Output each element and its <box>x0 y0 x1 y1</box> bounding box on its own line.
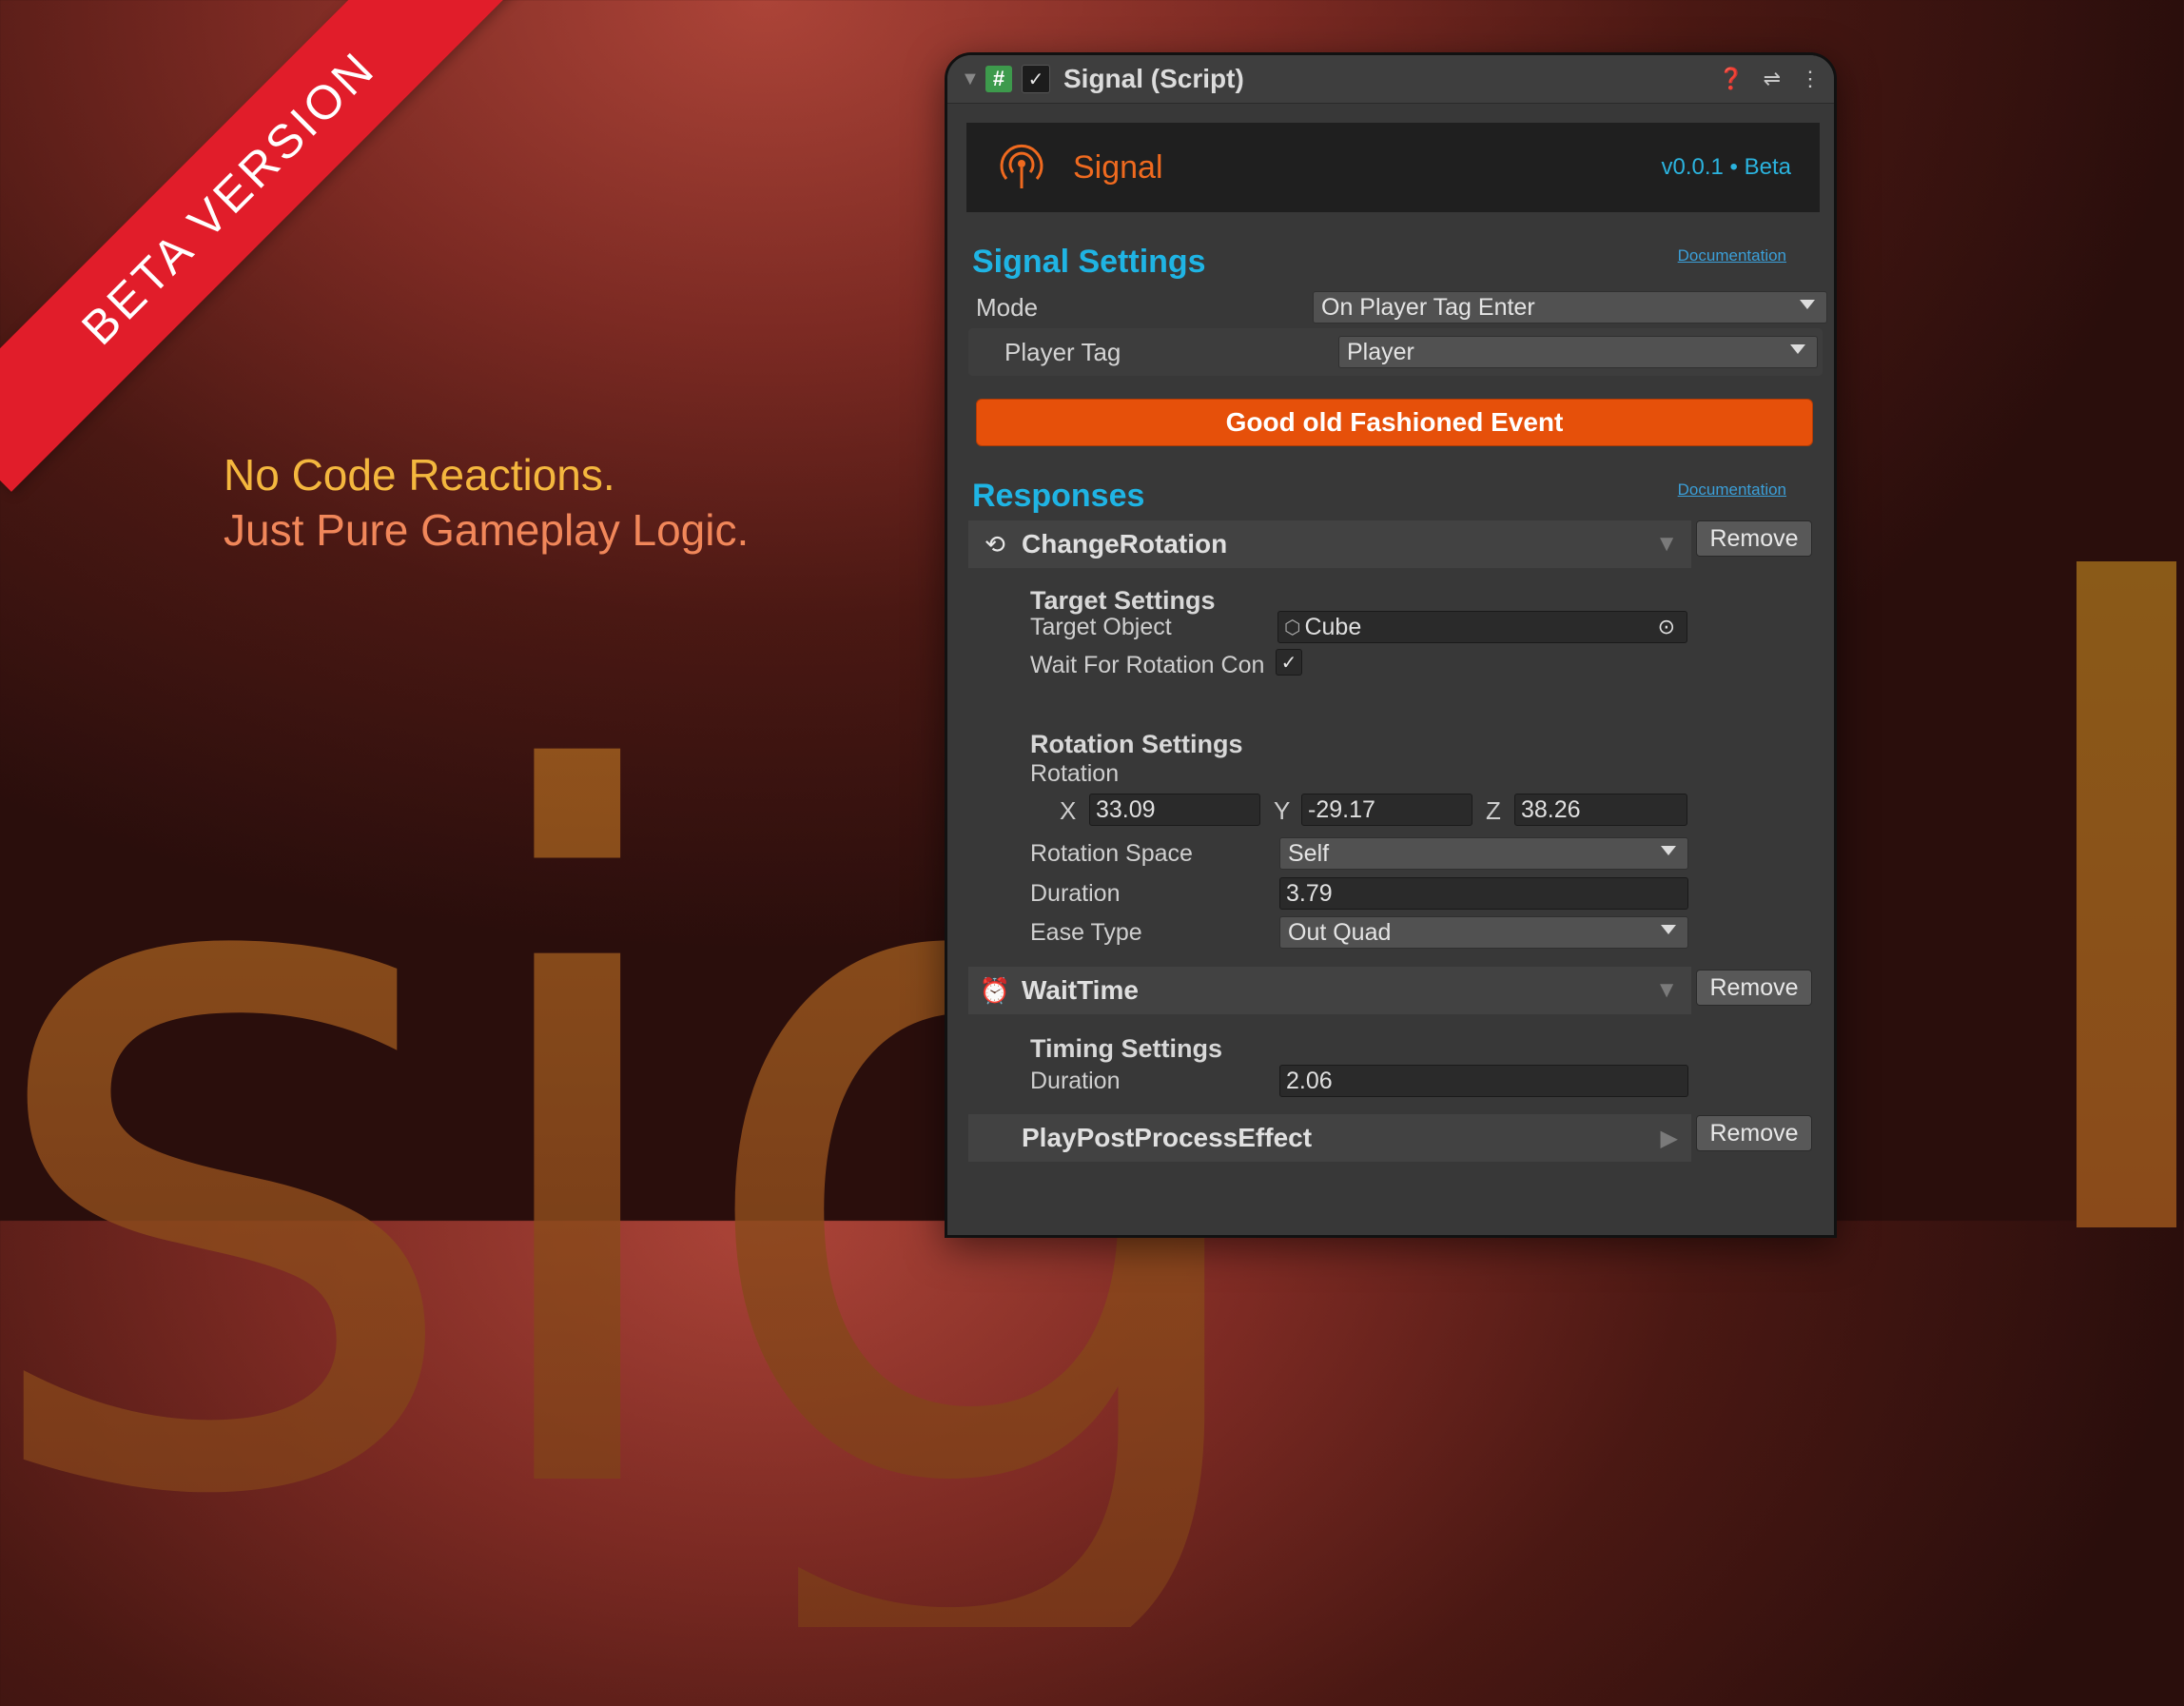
triangle-down-icon[interactable]: ▼ <box>1655 977 1678 1004</box>
presets-icon[interactable]: ⇌ <box>1764 67 1781 91</box>
target-object-label: Target Object <box>1030 614 1172 640</box>
ease-type-dropdown[interactable]: Out Quad <box>1279 916 1688 949</box>
section-title: Signal Settings <box>972 244 1206 280</box>
chevron-down-icon <box>1800 300 1815 309</box>
x-label: X <box>1060 796 1077 825</box>
target-object-field[interactable]: ⬡ Cube ⊙ <box>1277 611 1687 643</box>
duration-label: Duration <box>1030 1068 1121 1094</box>
response-name: ChangeRotation <box>1022 529 1228 559</box>
response-name: WaitTime <box>1022 975 1139 1005</box>
script-icon: # <box>985 66 1012 92</box>
version-label: v0.0.1 • Beta <box>1661 154 1792 180</box>
ease-type-label: Ease Type <box>1030 919 1142 946</box>
triangle-down-icon[interactable]: ▼ <box>1655 531 1678 558</box>
component-name: Signal <box>1073 148 1163 186</box>
wait-for-rotation-checkbox[interactable]: ✓ <box>1276 649 1302 676</box>
rotation-space-value: Self <box>1288 839 1330 867</box>
mode-value: On Player Tag Enter <box>1321 293 1535 321</box>
broadcast-icon <box>1000 144 1043 188</box>
ease-type-value: Out Quad <box>1288 918 1392 946</box>
documentation-link[interactable]: Documentation <box>1678 246 1786 265</box>
signal-settings-header: Signal Settings Documentation <box>947 212 1834 286</box>
section-title: Responses <box>972 478 1145 514</box>
alarm-clock-icon: ⏰ <box>979 975 1011 1005</box>
chevron-down-icon <box>1661 846 1676 855</box>
triangle-right-icon[interactable]: ▶ <box>1661 1125 1678 1152</box>
duration-label: Duration <box>1030 880 1121 907</box>
inspector-panel: ▼ # ✓ Signal (Script) ❓ ⇌ ⋮ Signal v0.0.… <box>945 52 1837 1238</box>
timing-settings-title: Timing Settings <box>1030 1034 1223 1063</box>
response-name: PlayPostProcessEffect <box>1022 1123 1313 1152</box>
more-options-icon[interactable]: ⋮ <box>1800 67 1821 91</box>
response-play-post-process-effect[interactable]: PlayPostProcessEffect ▶ <box>968 1114 1691 1162</box>
responses-list: ⟲ ChangeRotation ▼ Remove Target Setting… <box>947 520 1834 1235</box>
chevron-down-icon <box>1790 344 1805 354</box>
mode-label: Mode <box>976 292 1039 322</box>
rotation-y-field[interactable]: -29.17 <box>1301 794 1472 826</box>
target-settings-title: Target Settings <box>1030 586 1216 615</box>
target-object-value: Cube <box>1304 613 1362 640</box>
response-change-rotation[interactable]: ⟲ ChangeRotation ▼ <box>968 520 1691 568</box>
foldout-arrow-icon[interactable]: ▼ <box>961 69 985 90</box>
mode-row: Mode On Player Tag Enter <box>947 286 1834 328</box>
event-button[interactable]: Good old Fashioned Event <box>976 399 1813 446</box>
rotate-3d-icon: ⟲ <box>985 529 1005 559</box>
response-wait-time[interactable]: ⏰ WaitTime ▼ <box>968 967 1691 1014</box>
help-icon[interactable]: ❓ <box>1718 67 1744 91</box>
player-tag-label: Player Tag <box>1004 337 1121 366</box>
signal-header: Signal v0.0.1 • Beta <box>966 123 1820 212</box>
duration-field[interactable]: 3.79 <box>1279 877 1688 910</box>
y-label: Y <box>1274 796 1291 825</box>
remove-button[interactable]: Remove <box>1696 1115 1812 1151</box>
remove-button[interactable]: Remove <box>1696 970 1812 1006</box>
mode-dropdown[interactable]: On Player Tag Enter <box>1313 291 1827 324</box>
responses-header: Responses Documentation <box>947 446 1834 520</box>
tagline-line-1: No Code Reactions. <box>224 450 615 500</box>
component-titlebar[interactable]: ▼ # ✓ Signal (Script) ❓ ⇌ ⋮ <box>947 55 1834 104</box>
component-title: Signal (Script) <box>1063 64 1244 93</box>
documentation-link[interactable]: Documentation <box>1678 480 1786 500</box>
tagline-line-2: Just Pure Gameplay Logic. <box>224 505 750 555</box>
background-letter-shape <box>2077 561 2176 1227</box>
chevron-down-icon <box>1661 925 1676 934</box>
remove-button[interactable]: Remove <box>1696 520 1812 557</box>
enabled-checkbox[interactable]: ✓ <box>1022 65 1050 93</box>
rotation-x-field[interactable]: 33.09 <box>1089 794 1260 826</box>
cube-icon: ⬡ <box>1284 617 1301 638</box>
player-tag-value: Player <box>1347 338 1414 365</box>
wait-for-rotation-label: Wait For Rotation Con <box>1030 652 1265 678</box>
object-picker-icon[interactable]: ⊙ <box>1658 615 1675 639</box>
tagline: No Code Reactions. Just Pure Gameplay Lo… <box>224 447 749 558</box>
beta-version-ribbon: BETA VERSION <box>0 0 523 492</box>
player-tag-dropdown[interactable]: Player <box>1338 336 1818 368</box>
rotation-space-dropdown[interactable]: Self <box>1279 837 1688 870</box>
z-label: Z <box>1486 796 1501 825</box>
player-tag-row: Player Tag Player <box>968 328 1823 376</box>
wait-duration-field[interactable]: 2.06 <box>1279 1065 1688 1097</box>
rotation-space-label: Rotation Space <box>1030 840 1193 867</box>
rotation-z-field[interactable]: 38.26 <box>1514 794 1687 826</box>
rotation-label: Rotation <box>1030 760 1120 787</box>
rotation-settings-title: Rotation Settings <box>1030 730 1243 758</box>
